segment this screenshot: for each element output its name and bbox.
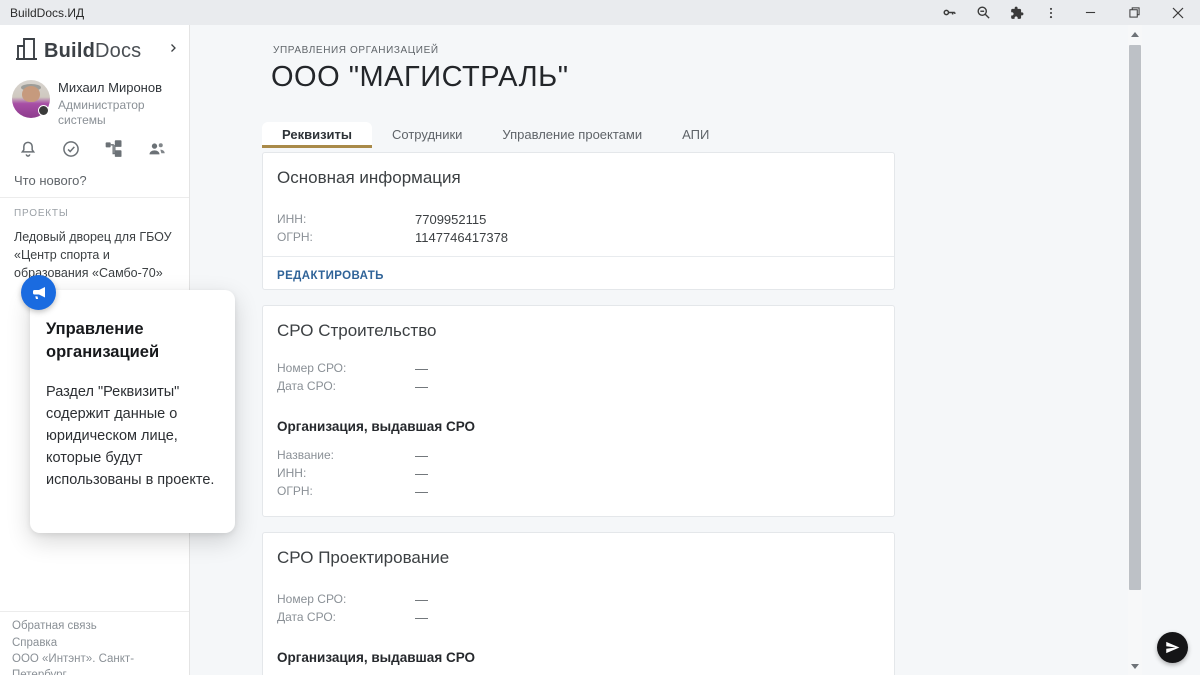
row-org-ogrn-value: — bbox=[415, 484, 428, 499]
extensions-icon[interactable] bbox=[1000, 0, 1034, 25]
row-sro-date: Дата СРО: — bbox=[263, 377, 894, 395]
card-basic-info: Основная информация ИНН: 7709952115 ОГРН… bbox=[262, 152, 895, 290]
row-org-ogrn-label: ОГРН: bbox=[277, 484, 415, 499]
user-name: Михаил Миронов bbox=[58, 80, 180, 96]
logo-bold: Build bbox=[44, 40, 95, 62]
row-inn-label: ИНН: bbox=[277, 212, 415, 227]
row-inn: ИНН: 7709952115 bbox=[263, 210, 894, 228]
row-sro-design-date-value: — bbox=[415, 610, 428, 625]
tooltip-title: Управление организацией bbox=[46, 318, 219, 364]
row-sro-number-value: — bbox=[415, 361, 428, 376]
titlebar-controls bbox=[932, 0, 1200, 25]
chevron-right-icon[interactable] bbox=[167, 41, 179, 59]
scroll-up-arrow[interactable] bbox=[1128, 27, 1142, 41]
telegram-fab-button[interactable] bbox=[1157, 632, 1188, 663]
cards-column: Основная информация ИНН: 7709952115 ОГРН… bbox=[262, 152, 895, 675]
sidebar-divider bbox=[0, 197, 189, 198]
user-role: Администратор системы bbox=[58, 98, 148, 129]
window-title: BuildDocs.ИД bbox=[10, 6, 84, 20]
tab-upravlenie-proektami[interactable]: Управление проектами bbox=[482, 122, 662, 148]
logo-light: Docs bbox=[95, 40, 141, 62]
row-org-name: Название: — bbox=[263, 446, 894, 464]
onboarding-tooltip: Управление организацией Раздел "Реквизит… bbox=[30, 290, 235, 533]
row-sro-date-label: Дата СРО: bbox=[277, 379, 415, 394]
row-sro-date-value: — bbox=[415, 379, 428, 394]
zoom-out-icon[interactable] bbox=[966, 0, 1000, 25]
row-sro-design-number-label: Номер СРО: bbox=[277, 592, 415, 607]
card-sro-design-title: СРО Проектирование bbox=[263, 533, 894, 568]
minimize-icon[interactable] bbox=[1068, 0, 1112, 25]
kebab-menu-icon[interactable] bbox=[1034, 0, 1068, 25]
row-sro-number-label: Номер СРО: bbox=[277, 361, 415, 376]
user-profile[interactable]: Михаил Миронов Администратор системы bbox=[12, 80, 180, 129]
tab-sotrudniki[interactable]: Сотрудники bbox=[372, 122, 482, 148]
page-title: ООО "МАГИСТРАЛЬ" bbox=[271, 61, 569, 94]
restore-icon[interactable] bbox=[1112, 0, 1156, 25]
scrollbar-thumb[interactable] bbox=[1129, 45, 1141, 590]
vertical-scrollbar bbox=[1128, 25, 1142, 675]
sidebar-footer: Обратная связь Справка ООО «Интэнт». Сан… bbox=[0, 611, 189, 675]
row-sro-design-number-value: — bbox=[415, 592, 428, 607]
bell-icon[interactable] bbox=[16, 137, 40, 161]
org-structure-icon[interactable] bbox=[102, 137, 126, 161]
tab-rekvizity[interactable]: Реквизиты bbox=[262, 122, 372, 148]
row-sro-number: Номер СРО: — bbox=[263, 359, 894, 377]
row-org-inn: ИНН: — bbox=[263, 464, 894, 482]
card-sro-construction-title: СРО Строительство bbox=[263, 306, 894, 341]
row-ogrn-value: 1147746417378 bbox=[415, 230, 508, 245]
row-inn-value: 7709952115 bbox=[415, 212, 486, 227]
window-titlebar: BuildDocs.ИД bbox=[0, 0, 1200, 25]
company-credit: ООО «Интэнт». Санкт-Петербург bbox=[12, 652, 177, 675]
row-org-name-label: Название: bbox=[277, 448, 415, 463]
buildings-icon bbox=[14, 36, 38, 67]
users-icon[interactable] bbox=[145, 137, 169, 161]
main-content: УПРАВЛЕНИЯ ОРГАНИЗАЦИЕЙ ООО "МАГИСТРАЛЬ"… bbox=[190, 25, 1200, 675]
card-basic-info-title: Основная информация bbox=[263, 153, 894, 188]
tooltip-body: Раздел "Реквизиты" содержит данные о юри… bbox=[46, 381, 219, 491]
issuing-org-subheading: Организация, выдавшая СРО bbox=[263, 419, 894, 434]
megaphone-icon bbox=[21, 275, 56, 310]
tab-bar: Реквизиты Сотрудники Управление проектам… bbox=[262, 121, 729, 148]
feedback-link[interactable]: Обратная связь bbox=[12, 619, 177, 635]
card-sro-construction: СРО Строительство Номер СРО: — Дата СРО:… bbox=[262, 305, 895, 517]
row-org-ogrn: ОГРН: — bbox=[263, 482, 894, 500]
key-icon[interactable] bbox=[932, 0, 966, 25]
sidebar-nav-icons bbox=[16, 137, 169, 161]
scroll-down-arrow[interactable] bbox=[1128, 659, 1142, 673]
card-sro-design: СРО Проектирование Номер СРО: — Дата СРО… bbox=[262, 532, 895, 675]
tab-api[interactable]: АПИ bbox=[662, 122, 729, 148]
row-sro-design-date: Дата СРО: — bbox=[263, 608, 894, 626]
issuing-org-subheading-design: Организация, выдавшая СРО bbox=[263, 650, 894, 665]
app-logo-text: BuildDocs bbox=[44, 40, 141, 63]
row-org-name-value: — bbox=[415, 448, 428, 463]
avatar-status-badge bbox=[38, 105, 49, 116]
projects-section-label: ПРОЕКТЫ bbox=[14, 208, 68, 219]
close-icon[interactable] bbox=[1156, 0, 1200, 25]
check-circle-icon[interactable] bbox=[59, 137, 83, 161]
whats-new-link[interactable]: Что нового? bbox=[14, 173, 87, 188]
breadcrumb: УПРАВЛЕНИЯ ОРГАНИЗАЦИЕЙ bbox=[273, 45, 439, 56]
row-ogrn-label: ОГРН: bbox=[277, 230, 415, 245]
card-action-bar: РЕДАКТИРОВАТЬ bbox=[263, 256, 894, 294]
row-org-inn-value: — bbox=[415, 466, 428, 481]
row-org-inn-label: ИНН: bbox=[277, 466, 415, 481]
app-logo: BuildDocs bbox=[14, 36, 141, 67]
help-link[interactable]: Справка bbox=[12, 636, 177, 652]
edit-button[interactable]: РЕДАКТИРОВАТЬ bbox=[277, 270, 384, 282]
row-ogrn: ОГРН: 1147746417378 bbox=[263, 228, 894, 246]
row-sro-design-date-label: Дата СРО: bbox=[277, 610, 415, 625]
row-sro-design-number: Номер СРО: — bbox=[263, 590, 894, 608]
